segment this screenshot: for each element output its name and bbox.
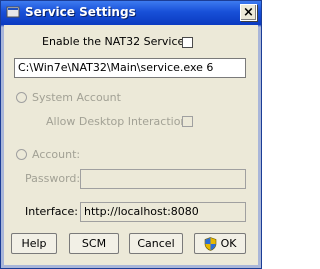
password-label: Password: (25, 172, 81, 185)
interface-field[interactable]: http://localhost:8080 (80, 202, 246, 222)
app-icon (6, 6, 20, 18)
ok-label: OK (220, 237, 237, 250)
allow-desktop-checkbox[interactable] (182, 116, 193, 127)
scm-button[interactable]: SCM (69, 233, 119, 254)
cancel-button[interactable]: Cancel (129, 233, 183, 254)
password-field[interactable] (80, 169, 246, 189)
system-account-label: System Account (32, 91, 121, 104)
window-title: Service Settings (25, 5, 136, 19)
close-button[interactable]: × (240, 4, 257, 21)
help-button[interactable]: Help (11, 233, 57, 254)
title-bar[interactable]: Service Settings × (1, 1, 261, 25)
allow-desktop-label: Allow Desktop Interaction (46, 115, 188, 128)
dialog-body: Enable the NAT32 Service C:\Win7e\NAT32\… (4, 25, 258, 265)
enable-service-label: Enable the NAT32 Service (42, 35, 185, 48)
enable-service-checkbox[interactable] (182, 37, 193, 48)
uac-shield-icon (204, 236, 216, 251)
system-account-radio[interactable] (16, 92, 27, 103)
interface-label: Interface: (25, 205, 78, 218)
account-radio[interactable] (16, 149, 27, 160)
service-path-field[interactable]: C:\Win7e\NAT32\Main\service.exe 6 (14, 58, 246, 78)
close-icon: × (243, 5, 254, 20)
account-label: Account: (32, 148, 81, 161)
service-settings-window: Service Settings × Enable the NAT32 Serv… (0, 0, 262, 269)
ok-button[interactable]: OK (194, 233, 246, 254)
